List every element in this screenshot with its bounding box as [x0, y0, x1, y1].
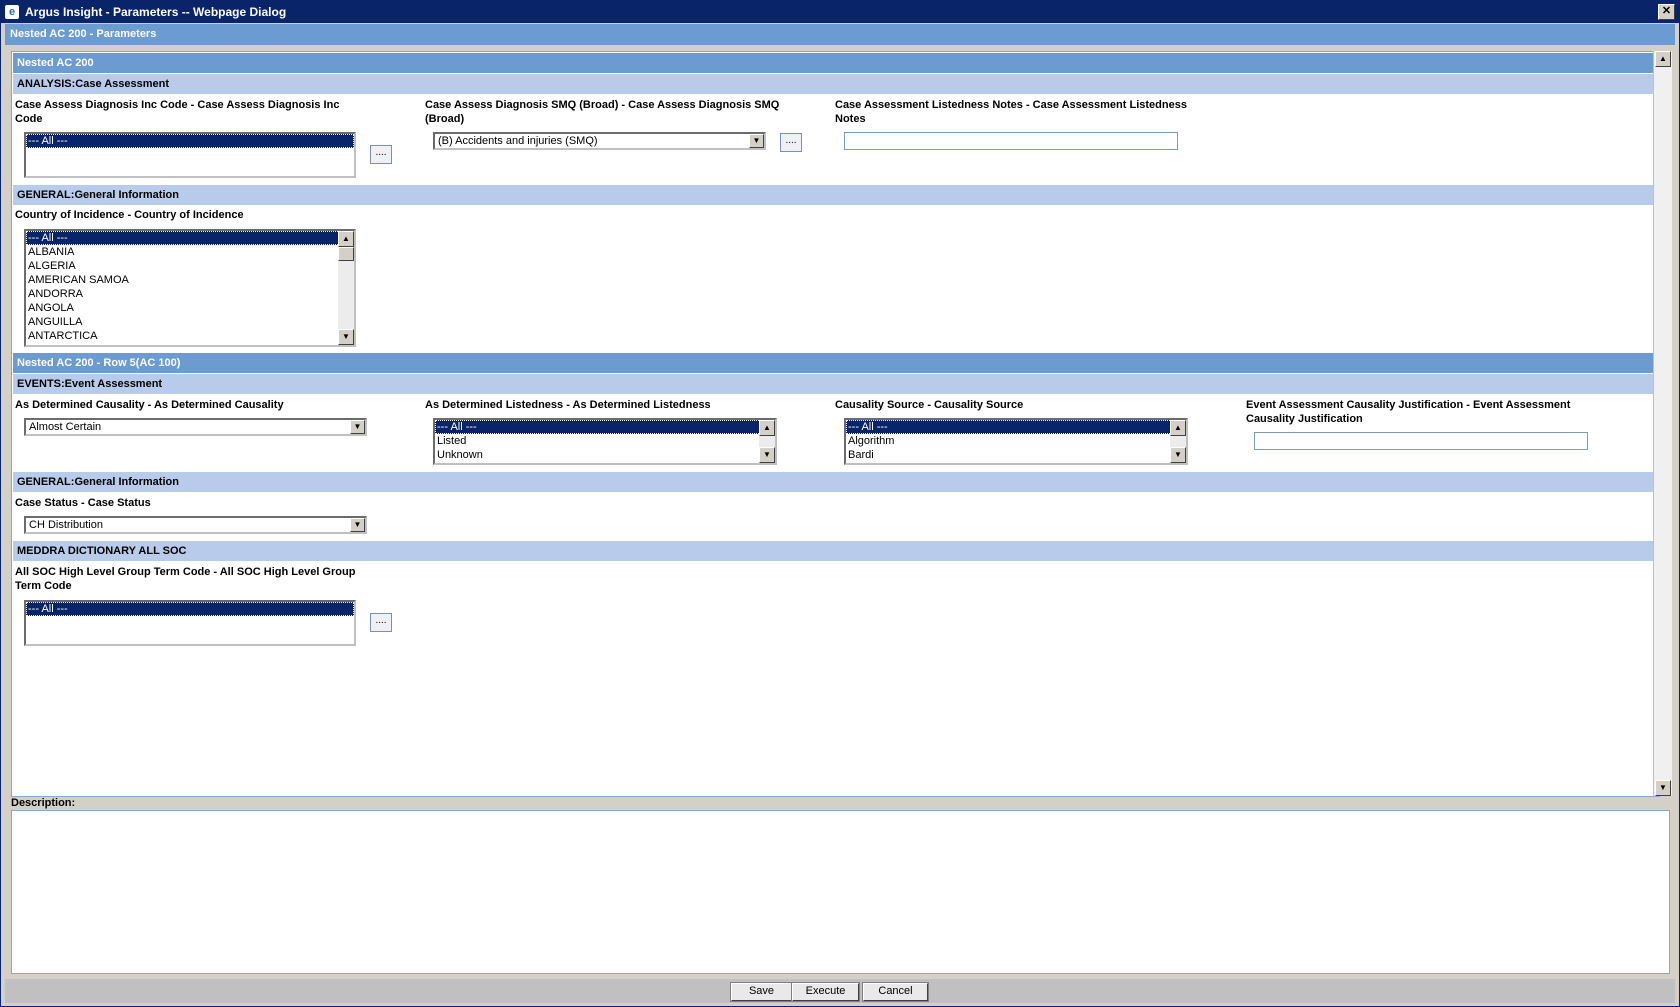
save-button[interactable]: Save: [730, 982, 793, 1002]
cancel-button[interactable]: Cancel: [862, 982, 929, 1002]
section-general-2-title: GENERAL:General Information: [17, 476, 179, 488]
description-textarea[interactable]: [11, 810, 1670, 974]
close-button[interactable]: ✕: [1658, 4, 1675, 20]
chevron-down-icon[interactable]: ▼: [350, 420, 365, 434]
section-general-1-title: GENERAL:General Information: [17, 189, 179, 201]
list-item[interactable]: ANGUILLA: [26, 315, 354, 329]
list-item[interactable]: ALBANIA: [26, 245, 354, 259]
inc-code-ellipsis-button[interactable]: ....: [370, 145, 392, 164]
list-item[interactable]: --- All ---: [26, 231, 354, 245]
list-item[interactable]: Algorithm: [846, 434, 1186, 448]
meddra-listbox[interactable]: --- All ---: [24, 600, 356, 646]
list-item[interactable]: ANGOLA: [26, 301, 354, 315]
window-title: Argus Insight - Parameters -- Webpage Di…: [25, 5, 287, 19]
country-scrollbar[interactable]: ▲ ▼: [338, 231, 354, 345]
list-item[interactable]: --- All ---: [26, 134, 354, 148]
section-nested-title: Nested AC 200: [17, 57, 94, 69]
list-item[interactable]: Listed: [435, 434, 775, 448]
dialog-header: Nested AC 200 - Parameters: [5, 24, 1675, 45]
scroll-down-icon[interactable]: ▼: [338, 329, 354, 345]
execute-button[interactable]: Execute: [791, 982, 860, 1002]
chevron-down-icon[interactable]: ▼: [350, 518, 365, 532]
list-item[interactable]: Unknown: [435, 448, 775, 462]
listedness-listbox[interactable]: --- All --- Listed Unknown ▲ ▼: [433, 418, 777, 465]
smq-selected-value: (B) Accidents and injuries (SMQ): [438, 135, 598, 147]
chevron-down-icon[interactable]: ▼: [749, 134, 764, 148]
description-label: Description:: [11, 797, 76, 809]
section-meddra-title: MEDDRA DICTIONARY ALL SOC: [17, 545, 187, 557]
parameters-frame: Nested AC 200 ANALYSIS:Case Assessment C…: [11, 51, 1660, 797]
case-status-label: Case Status - Case Status: [15, 497, 151, 509]
list-item[interactable]: --- All ---: [26, 602, 354, 616]
causality-selected-value: Almost Certain: [29, 421, 102, 433]
frame-scrollbar[interactable]: ▲ ▼: [1653, 51, 1672, 796]
source-label: Causality Source - Causality Source: [835, 399, 1024, 411]
source-listbox[interactable]: --- All --- Algorithm Bardi ▲ ▼: [844, 418, 1188, 465]
scroll-up-icon[interactable]: ▲: [338, 231, 354, 247]
list-item[interactable]: ANTARCTICA: [26, 329, 354, 343]
list-item[interactable]: --- All ---: [435, 420, 775, 434]
scroll-up-icon[interactable]: ▲: [1170, 420, 1186, 436]
section-nested-row-title: Nested AC 200 - Row 5(AC 100): [17, 357, 181, 369]
notes-label: Case Assessment Listedness Notes - Case …: [835, 99, 1187, 125]
scroll-down-icon[interactable]: ▼: [759, 447, 775, 463]
section-meddra: MEDDRA DICTIONARY ALL SOC: [13, 541, 1653, 561]
listedness-scrollbar[interactable]: ▲ ▼: [759, 420, 775, 463]
justification-input[interactable]: [1254, 432, 1588, 450]
inc-code-listbox[interactable]: --- All ---: [24, 132, 356, 178]
meddra-label: All SOC High Level Group Term Code - All…: [15, 566, 356, 592]
source-scrollbar[interactable]: ▲ ▼: [1170, 420, 1186, 463]
listedness-label: As Determined Listedness - As Determined…: [425, 399, 711, 411]
scroll-up-icon[interactable]: ▲: [759, 420, 775, 436]
section-general-2: GENERAL:General Information: [13, 472, 1653, 492]
notes-input[interactable]: [844, 132, 1178, 150]
causality-dropdown[interactable]: Almost Certain ▼: [24, 418, 367, 436]
list-item[interactable]: ANDORRA: [26, 287, 354, 301]
section-nested-row: Nested AC 200 - Row 5(AC 100): [13, 353, 1653, 373]
footer-bar: Save Execute Cancel: [5, 979, 1675, 1003]
section-analysis-title: ANALYSIS:Case Assessment: [17, 78, 170, 90]
scroll-thumb[interactable]: [338, 247, 354, 261]
inc-code-label: Case Assess Diagnosis Inc Code - Case As…: [15, 99, 340, 125]
case-status-dropdown[interactable]: CH Distribution ▼: [24, 516, 367, 534]
list-item[interactable]: AMERICAN SAMOA: [26, 273, 354, 287]
smq-label: Case Assess Diagnosis SMQ (Broad) - Case…: [425, 99, 780, 125]
case-status-selected-value: CH Distribution: [29, 519, 103, 531]
country-label: Country of Incidence - Country of Incide…: [15, 209, 244, 221]
scroll-down-icon[interactable]: ▼: [1170, 447, 1186, 463]
section-general-1: GENERAL:General Information: [13, 185, 1653, 205]
list-item[interactable]: Bardi: [846, 448, 1186, 462]
dialog-window: e Argus Insight - Parameters -- Webpage …: [0, 0, 1680, 1007]
smq-ellipsis-button[interactable]: ....: [780, 133, 802, 152]
justification-label: Event Assessment Causality Justification…: [1246, 399, 1571, 425]
title-bar: e Argus Insight - Parameters -- Webpage …: [1, 1, 1679, 23]
list-item[interactable]: ALGERIA: [26, 259, 354, 273]
section-events: EVENTS:Event Assessment: [13, 374, 1653, 394]
section-events-title: EVENTS:Event Assessment: [17, 378, 163, 390]
ie-icon: e: [5, 5, 19, 19]
section-nested: Nested AC 200: [13, 53, 1653, 73]
smq-dropdown[interactable]: (B) Accidents and injuries (SMQ) ▼: [433, 132, 766, 150]
scroll-up-icon[interactable]: ▲: [1655, 51, 1671, 67]
meddra-ellipsis-button[interactable]: ....: [370, 613, 392, 632]
section-analysis: ANALYSIS:Case Assessment: [13, 74, 1653, 94]
list-item[interactable]: --- All ---: [846, 420, 1186, 434]
causality-label: As Determined Causality - As Determined …: [15, 399, 284, 411]
scroll-down-icon[interactable]: ▼: [1655, 780, 1671, 796]
dialog-header-title: Nested AC 200 - Parameters: [10, 28, 157, 40]
country-listbox[interactable]: --- All --- ALBANIA ALGERIA AMERICAN SAM…: [24, 229, 356, 347]
